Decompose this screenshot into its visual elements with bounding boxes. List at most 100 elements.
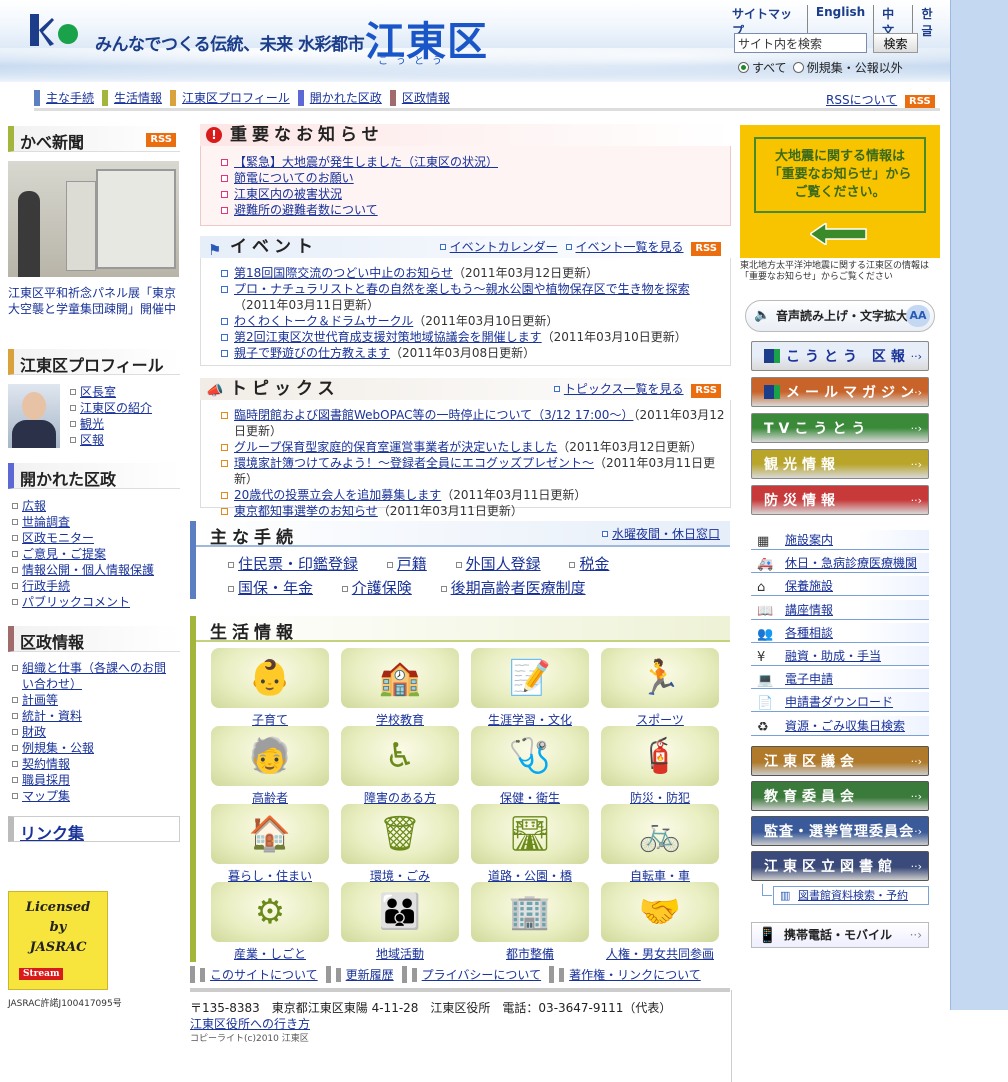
category-house[interactable]: 🏠 暮らし・住まい	[211, 804, 329, 883]
rss-about-link[interactable]: RSSについて	[826, 93, 897, 107]
info-link[interactable]: 組織と仕事（各課へのお問い合わせ）	[12, 660, 177, 692]
open-link[interactable]: 区政モニター	[12, 530, 154, 546]
category-tile[interactable]: 🧯	[601, 726, 719, 786]
info-link[interactable]: 統計・資料	[12, 708, 177, 724]
profile-link[interactable]: 区長室	[70, 384, 152, 400]
important-item[interactable]: 【緊急】大地震が発生しました（江東区の状況）	[220, 154, 498, 170]
quick-link-label[interactable]: 保養施設	[785, 579, 833, 593]
category-trash[interactable]: 🗑 環境・ごみ	[341, 804, 459, 883]
procedure-link[interactable]: 介護保険	[341, 579, 412, 597]
footer-link[interactable]: プライバシーについて	[401, 966, 542, 983]
category-tile[interactable]: 🏠	[211, 804, 329, 864]
koto-logo-icon[interactable]	[30, 12, 80, 48]
banner-1[interactable]: メールマガジン ··›	[751, 377, 929, 407]
kabe-rss-badge[interactable]: RSS	[146, 133, 176, 147]
footer-link[interactable]: 更新履歴	[325, 966, 394, 983]
quick-link[interactable]: ¥ 融資・助成・手当	[751, 646, 929, 666]
important-item[interactable]: 江東区内の被害状況	[220, 186, 498, 202]
event-item[interactable]: プロ・ナチュラリストと春の自然を楽しもう～親水公園や植物保存区で生き物を探索（2…	[220, 281, 725, 313]
links-header[interactable]: リンク集	[8, 816, 180, 843]
quick-link[interactable]: 👥 各種相談	[751, 622, 929, 643]
gnav-info[interactable]: 区政情報	[389, 90, 450, 106]
jasrac-logo[interactable]: Licensed by JASRAC Stream	[8, 891, 108, 990]
category-health[interactable]: 🩺 保健・衛生	[471, 726, 589, 805]
banner-2[interactable]: TVこうとう ··›	[751, 413, 929, 443]
org-banner[interactable]: 江東区議会 ··›	[751, 746, 929, 776]
category-tile[interactable]: 🏢	[471, 882, 589, 942]
procedure-link[interactable]: 戸籍	[386, 555, 427, 573]
event-calendar-link[interactable]: イベントカレンダー	[450, 240, 558, 254]
quick-link-label[interactable]: 申請書ダウンロード	[785, 695, 893, 709]
kabe-photo[interactable]	[8, 161, 179, 277]
event-item[interactable]: わくわくトーク＆ドラムサークル（2011年03月10日更新）	[220, 313, 725, 329]
category-extinguisher[interactable]: 🧯 防災・防犯	[601, 726, 719, 805]
korean-link[interactable]: 한글	[912, 5, 950, 39]
event-rss-badge[interactable]: RSS	[691, 242, 721, 256]
profile-link[interactable]: 区報	[70, 432, 152, 448]
quick-link[interactable]: 🚑 休日・急病診療医療機関	[751, 553, 929, 574]
open-link[interactable]: 広報	[12, 498, 154, 514]
category-tile[interactable]: ♿	[341, 726, 459, 786]
topics-rss-badge[interactable]: RSS	[691, 384, 721, 398]
category-runner[interactable]: 🏃 スポーツ	[601, 648, 719, 727]
radio-except[interactable]: 例規集・公報以外	[792, 59, 903, 76]
topic-item[interactable]: 環境家計簿つけてみよう！～登録者全員にエコグッズプレゼント～（2011年03月1…	[220, 455, 728, 487]
open-link[interactable]: 情報公開・個人情報保護	[12, 562, 154, 578]
procedure-link[interactable]: 後期高齢者医療制度	[440, 579, 586, 597]
procedure-link[interactable]: 税金	[569, 555, 609, 573]
topic-item[interactable]: 東京都知事選挙のお知らせ（2011年03月11日更新）	[220, 503, 728, 519]
event-list-link[interactable]: イベント一覧を見る	[576, 240, 684, 254]
category-wheelchair[interactable]: ♿ 障害のある方	[341, 726, 459, 805]
footer-link[interactable]: このサイトについて	[190, 966, 318, 983]
links-title[interactable]: リンク集	[20, 824, 84, 843]
category-elderly[interactable]: 🧓 高齢者	[211, 726, 329, 805]
quick-link-label[interactable]: 融資・助成・手当	[785, 649, 881, 663]
category-tile[interactable]: 📝	[471, 648, 589, 708]
category-tile[interactable]: 🗑	[341, 804, 459, 864]
banner-4[interactable]: 防災情報 ··›	[751, 485, 929, 515]
open-link[interactable]: ご意見・ご提案	[12, 546, 154, 562]
quick-link-label[interactable]: 休日・急病診療医療機関	[785, 556, 917, 570]
mobile-link[interactable]: 📱 携帯電話・モバイル ··›	[751, 922, 929, 948]
category-label[interactable]: 地域活動	[341, 945, 459, 962]
category-label[interactable]: 産業・しごと	[211, 945, 329, 962]
open-link[interactable]: 行政手続	[12, 578, 154, 594]
info-link[interactable]: 計画等	[12, 692, 177, 708]
open-link[interactable]: 世論調査	[12, 514, 154, 530]
profile-link[interactable]: 観光	[70, 416, 152, 432]
night-window-link[interactable]: 水曜夜間・休日窓口	[612, 527, 720, 541]
event-item[interactable]: 第18回国際交流のつどい中止のお知らせ（2011年03月12日更新）	[220, 265, 725, 281]
quick-link[interactable]: ♻ 資源・ごみ収集日検索	[751, 715, 929, 736]
category-tile[interactable]: 🏃	[601, 648, 719, 708]
quick-link-label[interactable]: 各種相談	[785, 626, 833, 640]
profile-link[interactable]: 江東区の紹介	[70, 400, 152, 416]
gnav-life[interactable]: 生活情報	[102, 90, 162, 106]
info-link[interactable]: 財政	[12, 724, 177, 740]
library-search-link[interactable]: ▥ 図書館資料検索・予約	[773, 886, 929, 905]
category-book[interactable]: 📝 生涯学習・文化	[471, 648, 589, 727]
quick-link-label[interactable]: 施設案内	[785, 533, 833, 547]
category-tile[interactable]: 🧓	[211, 726, 329, 786]
category-tile[interactable]: 🏫	[341, 648, 459, 708]
category-road[interactable]: 🛣 道路・公園・橋	[471, 804, 589, 883]
category-handshake[interactable]: 🤝 人権・男女共同参画	[601, 882, 719, 961]
procedure-link[interactable]: 外国人登録	[455, 555, 541, 573]
event-item[interactable]: 親子で野遊びの仕方教えます（2011年03月08日更新）	[220, 345, 725, 361]
category-tile[interactable]: 🩺	[471, 726, 589, 786]
library-search-label[interactable]: 図書館資料検索・予約	[798, 889, 908, 902]
kabe-caption[interactable]: 江東区平和祈念パネル展「東京大空襲と学童集団疎開」開催中	[8, 285, 180, 317]
category-tile[interactable]: 🛣	[471, 804, 589, 864]
important-item[interactable]: 節電についてのお願い	[220, 170, 498, 186]
info-link[interactable]: 例規集・公報	[12, 740, 177, 756]
procedure-link[interactable]: 住民票・印鑑登録	[228, 555, 358, 573]
footer-link[interactable]: 著作権・リンクについて	[549, 966, 701, 983]
radio-all[interactable]: すべて	[738, 59, 787, 76]
category-car[interactable]: 🚲 自転車・車	[601, 804, 719, 883]
rss-badge[interactable]: RSS	[905, 95, 935, 109]
search-input[interactable]	[734, 33, 867, 53]
quick-link[interactable]: 📄 申請書ダウンロード	[751, 692, 929, 713]
quick-link-label[interactable]: 資源・ごみ収集日検索	[785, 719, 905, 733]
category-people[interactable]: 👪 地域活動	[341, 882, 459, 961]
category-tile[interactable]: 🚲	[601, 804, 719, 864]
info-link[interactable]: 契約情報	[12, 756, 177, 772]
